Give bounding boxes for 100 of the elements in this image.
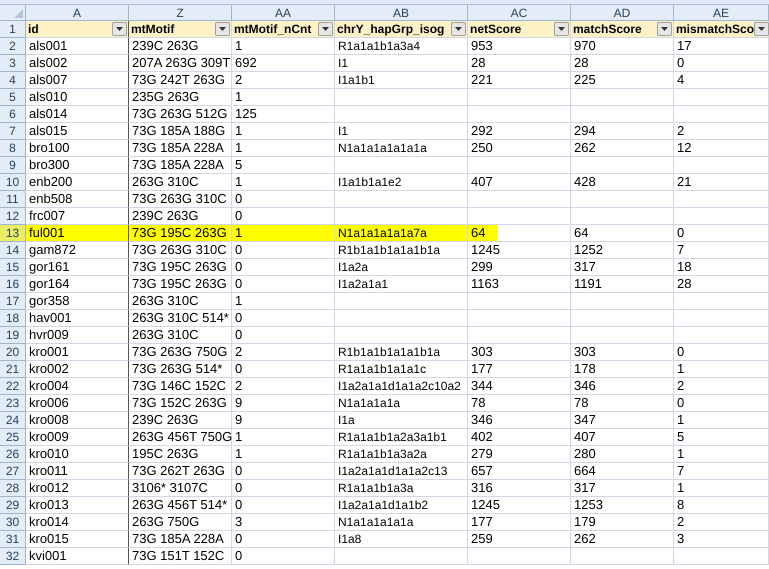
table-cell: 0 [674,225,769,242]
row-header[interactable]: 20 [0,344,26,361]
row-header[interactable]: 23 [0,395,26,412]
row-header[interactable]: 14 [0,242,26,259]
row-header[interactable]: 32 [0,548,26,565]
column-header[interactable]: AA [232,5,335,21]
table-cell: 279 [468,446,571,463]
row-header[interactable]: 22 [0,378,26,395]
table-cell: kro015 [26,531,129,548]
table-cell: 0 [232,310,335,327]
table-cell: kro010 [26,446,129,463]
row-header[interactable]: 15 [0,259,26,276]
row-header[interactable]: 28 [0,480,26,497]
row-header[interactable]: 12 [0,208,26,225]
row-header[interactable]: 4 [0,72,26,89]
row-header[interactable]: 24 [0,412,26,429]
table-cell: 73G 242T 263G [129,72,232,89]
table-cell: kro012 [26,480,129,497]
row-header[interactable]: 8 [0,140,26,157]
table-cell: 73G 263G 750G [129,344,232,361]
column-header[interactable]: AE [674,5,769,21]
table-cell: I1 [335,55,468,72]
table-cell: 0 [232,361,335,378]
filter-dropdown-button[interactable] [554,22,569,36]
table-cell: 2 [674,123,769,140]
filter-dropdown-button[interactable] [215,22,230,36]
table-cell: I1a2a [335,259,468,276]
table-cell: als015 [26,123,129,140]
table-cell: 177 [468,514,571,531]
column-header[interactable]: AD [571,5,674,21]
table-cell: N1a1a1a1a [335,395,468,412]
table-cell: 346 [468,412,571,429]
table-cell: I1a1b1a1e2 [335,174,468,191]
table-cell: 664 [571,463,674,480]
table-cell: N1a1a1a1a1a1a [335,140,468,157]
row-header[interactable]: 9 [0,157,26,174]
table-cell: 2 [674,378,769,395]
row-header[interactable]: 2 [0,38,26,55]
row-header[interactable]: 11 [0,191,26,208]
table-cell: 407 [468,174,571,191]
table-cell: I1a2a1a1d1a1b2 [335,497,468,514]
column-header[interactable]: Z [129,5,232,21]
table-cell: 263G 750G [129,514,232,531]
table-cell: I1a8 [335,531,468,548]
table-cell: 344 [468,378,571,395]
table-cell: hvr009 [26,327,129,344]
table-cell: 303 [468,344,571,361]
table-cell: R1a1a1b1a3a2a [335,446,468,463]
table-cell: 262 [571,531,674,548]
table-cell: kvi001 [26,548,129,565]
filter-dropdown-button[interactable] [451,22,466,36]
row-header[interactable]: 17 [0,293,26,310]
table-cell: 402 [468,429,571,446]
table-cell: ful001 [26,225,129,242]
row-header[interactable]: 21 [0,361,26,378]
table-cell: N1a1a1a1a1a7a [335,225,468,242]
row-header[interactable]: 3 [0,55,26,72]
filter-dropdown-button[interactable] [754,22,769,36]
row-header[interactable]: 25 [0,429,26,446]
table-cell: bro300 [26,157,129,174]
row-header[interactable]: 13 [0,225,26,242]
table-cell: 259 [468,531,571,548]
row-header[interactable]: 7 [0,123,26,140]
row-header[interactable]: 19 [0,327,26,344]
column-header[interactable]: AC [468,5,571,21]
table-cell: 177 [468,361,571,378]
filter-dropdown-button[interactable] [112,22,127,36]
table-cell: 280 [571,446,674,463]
row-header[interactable]: 5 [0,89,26,106]
table-cell: 225 [571,72,674,89]
filter-dropdown-button[interactable] [657,22,672,36]
table-cell: 1 [674,361,769,378]
row-header[interactable]: 29 [0,497,26,514]
column-header[interactable]: A [26,5,129,21]
table-cell: 12 [674,140,769,157]
row-header[interactable]: 18 [0,310,26,327]
row-header[interactable]: 27 [0,463,26,480]
row-header[interactable]: 1 [0,21,26,38]
table-cell: 953 [468,38,571,55]
table-cell: kro011 [26,463,129,480]
row-header[interactable]: 10 [0,174,26,191]
row-header[interactable]: 26 [0,446,26,463]
row-header[interactable]: 31 [0,531,26,548]
table-cell: 0 [232,480,335,497]
table-cell: 0 [232,497,335,514]
table-cell: kro014 [26,514,129,531]
dropdown-arrow-icon [219,27,226,31]
row-header[interactable]: 16 [0,276,26,293]
column-header[interactable]: AB [335,5,468,21]
table-cell: 1 [232,140,335,157]
table-cell: 73G 185A 188G [129,123,232,140]
filter-dropdown-button[interactable] [318,22,333,36]
row-header[interactable]: 30 [0,514,26,531]
table-cell: 5 [674,429,769,446]
row-header[interactable]: 6 [0,106,26,123]
table-cell: 0 [232,259,335,276]
table-cell: 263G 310C 514* [129,310,232,327]
table-cell: 73G 262T 263G [129,463,232,480]
table-cell: 179 [571,514,674,531]
table-cell: 8 [674,497,769,514]
